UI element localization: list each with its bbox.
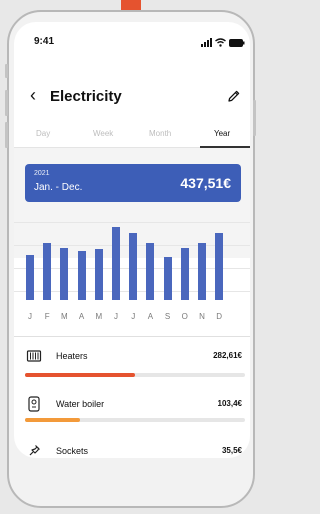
chart-bar xyxy=(94,249,103,300)
breakdown-bar-fill xyxy=(25,418,80,422)
tab-day[interactable]: Day xyxy=(36,129,50,138)
plug-icon xyxy=(29,445,40,456)
breakdown-label: Heaters xyxy=(56,351,88,361)
chart-bar xyxy=(180,247,189,300)
breakdown-value: 35,5€ xyxy=(221,446,242,455)
phone-side-button xyxy=(5,122,8,148)
tab-month[interactable]: Month xyxy=(149,129,171,138)
chart-month-label: S xyxy=(164,312,171,321)
chart-month-label: J xyxy=(114,312,118,321)
chart-bar xyxy=(60,247,69,300)
status-bar: 9:41 xyxy=(14,36,261,50)
period-tabs: Day Week Month Year xyxy=(14,123,250,148)
breakdown-bar-water-boiler xyxy=(25,418,245,422)
breakdown-row-water-boiler[interactable]: Water boiler 103,4€ xyxy=(26,396,242,416)
chart-bar xyxy=(77,250,86,300)
phone-side-button xyxy=(5,64,8,78)
heater-icon xyxy=(26,350,42,362)
battery-icon xyxy=(229,39,245,47)
status-time: 9:41 xyxy=(34,36,55,47)
home-indicator-area xyxy=(14,458,250,500)
chart-month-label: D xyxy=(216,312,223,321)
chevron-left-icon[interactable]: ‹ xyxy=(30,85,36,106)
chart-month-label: J xyxy=(28,312,32,321)
tab-week[interactable]: Week xyxy=(93,129,113,138)
chart-month-label: M xyxy=(61,312,68,321)
chart-month-label: M xyxy=(95,312,103,321)
total-summary-card: 2021 Jan. - Dec. 437,51€ xyxy=(25,164,241,202)
chart-bar xyxy=(198,243,206,300)
breakdown-bar-fill xyxy=(25,373,135,377)
chart-month-label: N xyxy=(199,312,205,321)
chart-bar xyxy=(215,232,224,300)
pencil-icon[interactable] xyxy=(227,89,241,103)
chart-month-label: J xyxy=(131,312,136,321)
chart-month-label: F xyxy=(44,312,50,321)
wifi-icon xyxy=(215,38,226,47)
chart-bar xyxy=(163,256,172,300)
section-divider xyxy=(14,336,250,337)
summary-year: 2021 xyxy=(34,170,50,177)
signal-icon xyxy=(201,38,212,47)
chart-bar xyxy=(112,226,120,300)
breakdown-value: 282,61€ xyxy=(213,351,242,360)
chart-bar xyxy=(43,243,52,300)
chart-bar xyxy=(146,243,155,300)
tab-year[interactable]: Year xyxy=(214,129,230,138)
chart-month-label: A xyxy=(78,312,85,321)
breakdown-label: Sockets xyxy=(56,446,89,456)
breakdown-value: 103,4€ xyxy=(217,399,242,408)
summary-total: 437,51€ xyxy=(180,175,231,191)
breakdown-bar-heaters xyxy=(25,373,245,377)
chart-bar xyxy=(26,255,34,300)
breakdown-row-heaters[interactable]: Heaters 282,61€ xyxy=(26,348,242,368)
page-title: Electricity xyxy=(50,88,122,105)
chart-gridline xyxy=(14,222,250,223)
summary-range: Jan. - Dec. xyxy=(34,182,83,193)
chart-month-label: A xyxy=(147,312,154,321)
app-header: ‹ Electricity xyxy=(0,85,261,110)
breakdown-label: Water boiler xyxy=(56,399,105,409)
chart-month-label: O xyxy=(181,312,188,321)
chart-bar xyxy=(129,232,138,300)
water-boiler-icon xyxy=(28,396,40,412)
yearly-consumption-chart: JFMAMJJASOND xyxy=(14,210,250,330)
